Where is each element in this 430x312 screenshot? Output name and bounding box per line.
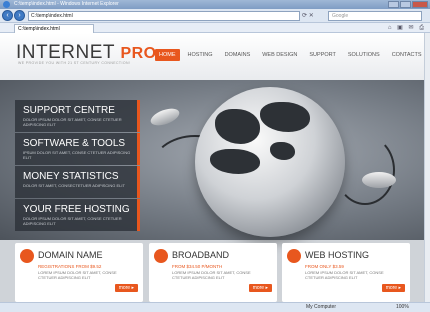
nav-solutions[interactable]: SOLUTIONS: [344, 49, 384, 61]
continent-shape: [260, 102, 310, 132]
nav-home[interactable]: HOME: [155, 49, 180, 61]
nav-web-design[interactable]: WEB DESIGN: [258, 49, 301, 61]
box-broadband: BROADBAND FROM $34.50 P/MONTH LOREM IPSU…: [149, 243, 277, 302]
back-button[interactable]: ‹: [2, 10, 13, 21]
main-nav: HOME HOSTING DOMAINS WEB DESIGN SUPPORT …: [155, 49, 426, 61]
more-label: more: [118, 285, 131, 291]
menu-item-title: MONEY STATISTICS: [23, 171, 119, 182]
nav-domains[interactable]: DOMAINS: [221, 49, 255, 61]
nav-hosting[interactable]: HOSTING: [184, 49, 217, 61]
box-web-hosting: WEB HOSTING FROM ONLY $3.59 LOREM IPSUM …: [282, 243, 410, 302]
box-desc: LOREM IPSUM DOLOR SIT AMET, CONSE CTETUE…: [305, 270, 384, 280]
box-domain-name: DOMAIN NAME REGISTRATIONS FROM $9.52 LOR…: [15, 243, 143, 302]
more-label: more: [385, 285, 398, 291]
forward-button[interactable]: ›: [14, 10, 25, 21]
window-titlebar: C:\temp\index.html - Windows Internet Ex…: [0, 0, 430, 9]
continent-shape: [215, 109, 260, 144]
site-header: INTERNET PRO WE PROVIDE YOU WITH 21 ST C…: [0, 33, 430, 80]
box-title: DOMAIN NAME: [38, 250, 103, 260]
maximize-button[interactable]: [400, 1, 411, 8]
menu-item-desc: IPSUM DOLOR SIT AMET, CONSE CTETUER ADIP…: [23, 150, 131, 160]
box-desc: LOREM IPSUM DOLOR SIT AMET, CONSE CTETUE…: [38, 270, 117, 280]
address-bar-row: ‹ › C:\temp\index.html ⟳ ✕ Google: [0, 9, 430, 23]
address-input[interactable]: C:\temp\index.html: [28, 11, 300, 21]
zoom-level[interactable]: 100%: [396, 303, 409, 312]
menu-item-title: SUPPORT CENTRE: [23, 105, 115, 116]
menu-item-money-statistics[interactable]: MONEY STATISTICS DOLOR SIT AMET, CONSECT…: [15, 166, 140, 198]
menu-item-free-hosting[interactable]: YOUR FREE HOSTING DOLOR IPSUM DOLOR SIT …: [15, 199, 140, 231]
feature-menu: SUPPORT CENTRE DOLOR IPSUM DOLOR SIT AME…: [15, 100, 140, 232]
tab-bar: C:\temp\index.html ⌂ ▣ ✉ ⎙: [0, 23, 430, 33]
broadband-icon: [154, 249, 168, 263]
security-zone: My Computer: [306, 304, 337, 310]
more-label: more: [252, 285, 265, 291]
vertical-scrollbar[interactable]: [424, 33, 430, 302]
box-desc: LOREM IPSUM DOLOR SIT AMET, CONSE CTETUE…: [172, 270, 251, 280]
menu-item-title: YOUR FREE HOSTING: [23, 204, 130, 215]
menu-item-desc: DOLOR IPSUM DOLOR SIT AMET, CONSE CTETUE…: [23, 216, 122, 226]
box-price: FROM $34.50 P/MONTH: [172, 264, 223, 269]
box-title: BROADBAND: [172, 250, 230, 260]
browser-tab[interactable]: C:\temp\index.html: [14, 24, 94, 33]
box-title: WEB HOSTING: [305, 250, 370, 260]
continent-shape: [210, 149, 260, 174]
more-button[interactable]: more ▸: [248, 284, 272, 292]
logo-main-text: INTERNET: [16, 42, 115, 63]
menu-item-title: SOFTWARE & TOOLS: [23, 138, 126, 149]
refresh-stop-icons[interactable]: ⟳ ✕: [302, 12, 314, 19]
menu-item-software-tools[interactable]: SOFTWARE & TOOLS IPSUM DOLOR SIT AMET, C…: [15, 133, 140, 165]
menu-item-support-centre[interactable]: SUPPORT CENTRE DOLOR IPSUM DOLOR SIT AME…: [15, 100, 140, 132]
search-input[interactable]: Google: [328, 11, 422, 21]
site-tagline: WE PROVIDE YOU WITH 21 ST CENTURY CONNEC…: [18, 61, 131, 65]
continent-shape: [270, 142, 295, 160]
globe-icon: [287, 249, 301, 263]
nav-support[interactable]: SUPPORT: [305, 49, 340, 61]
hero-banner: SUPPORT CENTRE DOLOR IPSUM DOLOR SIT AME…: [0, 80, 430, 240]
menu-item-desc: DOLOR IPSUM DOLOR SIT AMET, CONSE CTETUE…: [23, 117, 122, 127]
minimize-button[interactable]: [388, 1, 399, 8]
speech-bubble-icon: [20, 249, 34, 263]
mouse-image: [148, 105, 182, 129]
globe-image: [195, 87, 345, 237]
status-bar: My Computer 100%: [0, 302, 430, 312]
more-button[interactable]: more ▸: [381, 284, 405, 292]
window-title: C:\temp\index.html - Windows Internet Ex…: [14, 1, 119, 7]
menu-item-desc: DOLOR SIT AMET, CONSECTETUER ADIPISCING …: [23, 183, 125, 188]
ie-logo-icon: [3, 1, 10, 8]
service-boxes: DOMAIN NAME REGISTRATIONS FROM $9.52 LOR…: [0, 243, 430, 302]
box-price: REGISTRATIONS FROM $9.52: [38, 264, 102, 269]
box-price: FROM ONLY $3.59: [305, 264, 344, 269]
close-button[interactable]: [412, 1, 428, 8]
logo-accent-text: PRO: [120, 45, 157, 62]
web-page: INTERNET PRO WE PROVIDE YOU WITH 21 ST C…: [0, 33, 430, 302]
more-button[interactable]: more ▸: [114, 284, 138, 292]
toolbar-icons[interactable]: ⌂ ▣ ✉ ⎙: [388, 24, 426, 32]
nav-contacts[interactable]: CONTACTS: [388, 49, 426, 61]
mouse-image: [362, 172, 396, 188]
